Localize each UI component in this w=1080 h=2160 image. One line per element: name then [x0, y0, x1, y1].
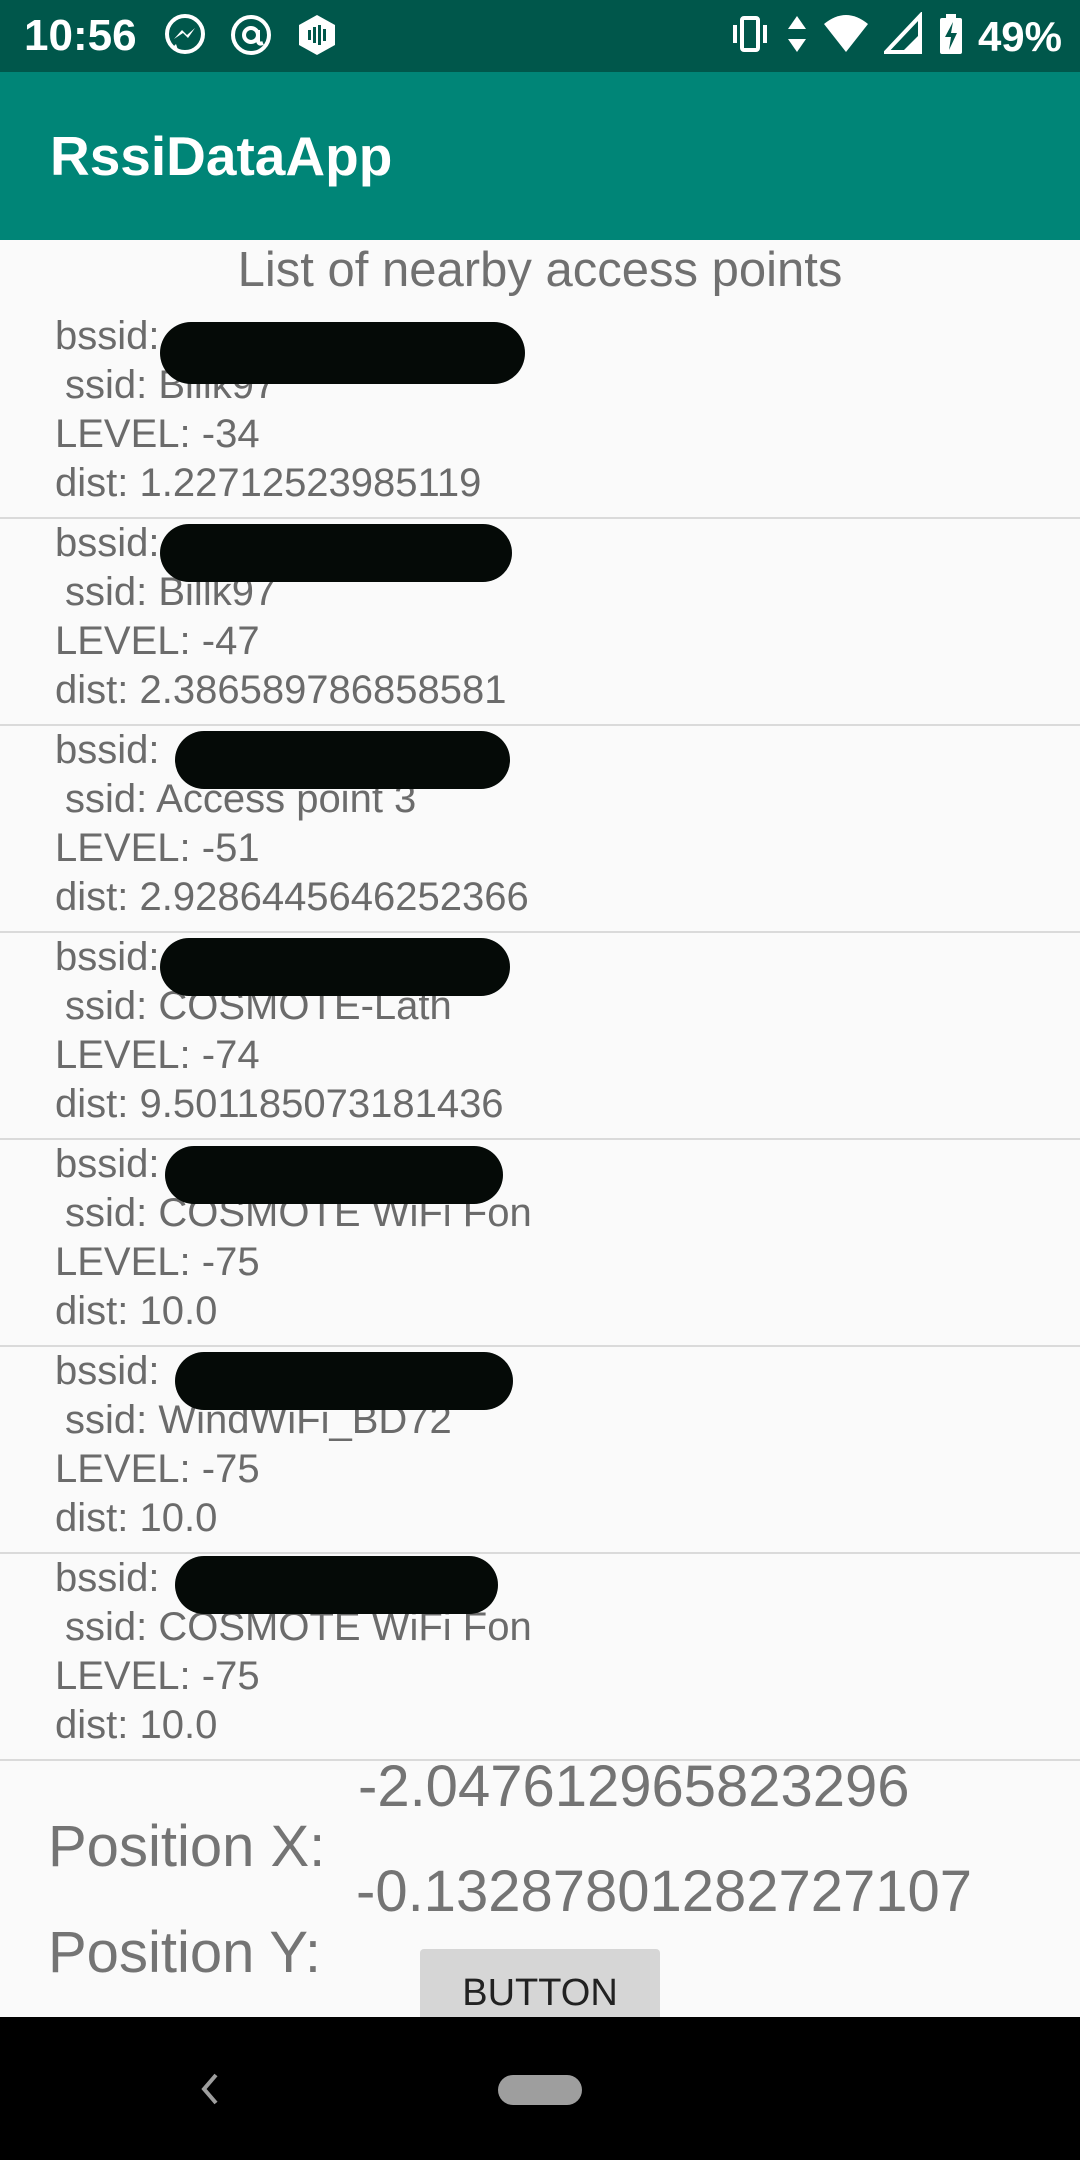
list-item[interactable]: bssid: ssid: WindWiFi_BD72 LEVEL: -75 di…: [0, 1347, 1080, 1554]
list-item[interactable]: bssid: ssid: Billk97 LEVEL: -47 dist: 2.…: [0, 519, 1080, 726]
level-text: LEVEL: -75: [55, 1240, 260, 1284]
messenger-icon: [162, 12, 208, 63]
list-item[interactable]: bssid: ssid: COSMOTE WiFi Fon LEVEL: -75…: [0, 1140, 1080, 1347]
redaction-mark: [175, 731, 510, 789]
level-text: LEVEL: -75: [55, 1447, 260, 1491]
dist-text: dist: 10.0: [55, 1703, 218, 1747]
home-pill-icon[interactable]: [498, 2075, 582, 2105]
shield-app-icon: [294, 12, 340, 63]
redaction-mark: [175, 1352, 513, 1410]
position-x-label: Position X:: [48, 1814, 326, 1879]
battery-charging-icon: [938, 12, 964, 61]
dist-text: dist: 9.501185073181436: [55, 1082, 504, 1126]
position-y-label: Position Y:: [48, 1920, 322, 1985]
status-system-icons: 49%: [728, 10, 1062, 61]
level-text: LEVEL: -75: [55, 1654, 260, 1698]
list-item[interactable]: bssid: ssid: COSMOTE WiFi Fon LEVEL: -75…: [0, 1554, 1080, 1761]
redaction-mark: [175, 1556, 498, 1614]
list-item[interactable]: bssid: ssid: COSMOTE-Lath LEVEL: -74 dis…: [0, 933, 1080, 1140]
position-x-value: -2.047612965823296: [358, 1754, 910, 1819]
dist-text: dist: 10.0: [55, 1289, 218, 1333]
dist-text: dist: 1.22712523985119: [55, 461, 482, 505]
dist-text: dist: 10.0: [55, 1496, 218, 1540]
redaction-mark: [160, 524, 512, 582]
redaction-mark: [160, 938, 510, 996]
level-text: LEVEL: -74: [55, 1033, 260, 1077]
redaction-mark: [160, 322, 525, 384]
position-y-value: -0.13287801282727107: [356, 1859, 973, 1924]
data-arrows-icon: [786, 12, 808, 61]
app-bar: RssiDataApp: [0, 72, 1080, 240]
redaction-mark: [165, 1146, 503, 1204]
action-button[interactable]: BUTTON: [420, 1949, 660, 2017]
status-time: 10:56: [24, 11, 137, 60]
level-text: LEVEL: -47: [55, 619, 260, 663]
battery-percentage: 49%: [977, 12, 1062, 60]
status-notification-icons: [162, 12, 340, 63]
list-heading: List of nearby access points: [237, 243, 843, 297]
list-item[interactable]: bssid: ssid: Access point 3 LEVEL: -51 d…: [0, 726, 1080, 933]
status-bar: 10:56 49%: [0, 0, 1080, 72]
vibrate-icon: [728, 12, 772, 61]
dist-text: dist: 2.9286445646252366: [55, 875, 529, 919]
wifi-icon: [822, 12, 870, 61]
level-text: LEVEL: -34: [55, 412, 260, 456]
dist-text: dist: 2.386589786858581: [55, 668, 507, 712]
list-item[interactable]: bssid: ssid: Billk97 LEVEL: -34 dist: 1.…: [0, 312, 1080, 519]
level-text: LEVEL: -51: [55, 826, 260, 870]
at-sign-icon: [228, 12, 274, 63]
app-title: RssiDataApp: [50, 125, 393, 187]
navigation-bar: [0, 2017, 1080, 2160]
access-point-list[interactable]: bssid: ssid: Billk97 LEVEL: -34 dist: 1.…: [0, 312, 1080, 1761]
back-icon[interactable]: [190, 2065, 228, 2118]
signal-icon: [881, 10, 924, 61]
